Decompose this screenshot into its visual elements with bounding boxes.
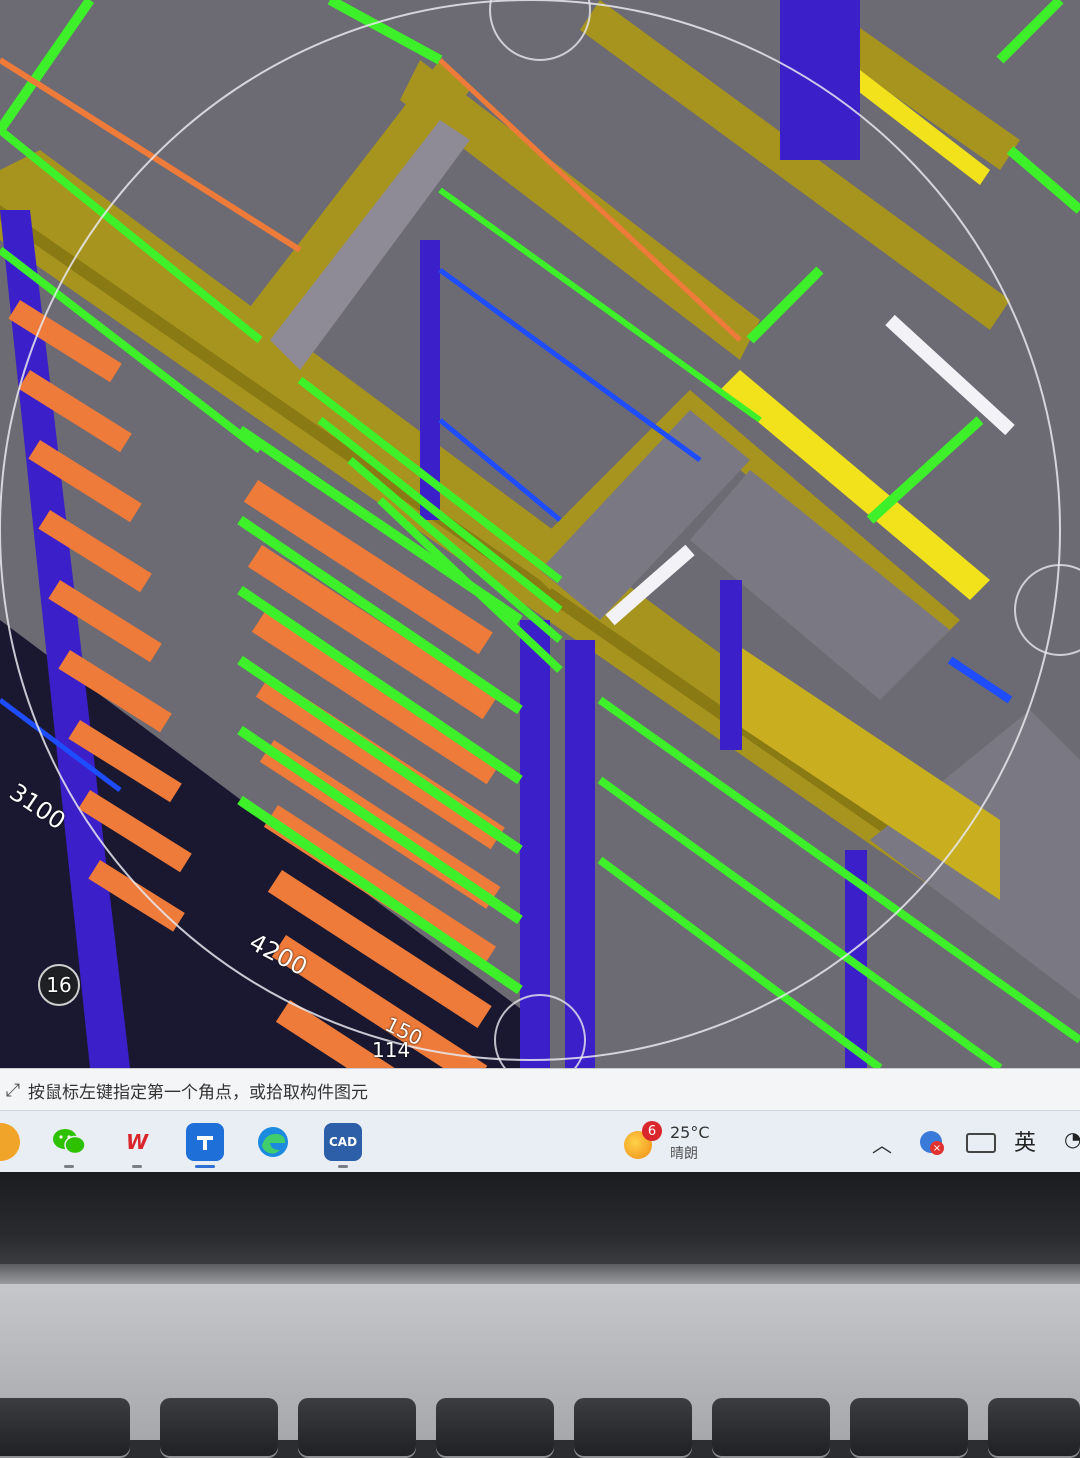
arrow-diagonal-icon: ⤢: [5, 1079, 21, 1101]
tray-app-badge-icon: ×: [930, 1141, 944, 1155]
laptop-hinge: [0, 1264, 1080, 1284]
column-1: [520, 620, 550, 1068]
keyboard-key: [712, 1398, 830, 1458]
command-prompt-text: 按鼠标左键指定第一个角点，或拾取构件图元: [28, 1082, 368, 1103]
laptop-bezel: [0, 1172, 1080, 1264]
keyboard-key: [298, 1398, 416, 1458]
axis-marker-16[interactable]: 16: [38, 964, 80, 1006]
ime-indicator[interactable]: 英: [1014, 1125, 1036, 1157]
cad-app-icon[interactable]: [186, 1123, 224, 1168]
keyboard-key: [160, 1398, 278, 1458]
wps-label: W: [125, 1130, 149, 1154]
command-prompt-bar: ⤢ 按鼠标左键指定第一个角点，或拾取构件图元: [0, 1068, 1080, 1111]
weather-widget[interactable]: 6 25°C 晴朗: [622, 1121, 722, 1165]
keyboard-key: [436, 1398, 554, 1458]
column-3: [720, 580, 742, 750]
dimension-label-114: 114: [372, 1038, 411, 1062]
keyboard-icon[interactable]: [966, 1133, 996, 1153]
keyboard-key: [0, 1398, 130, 1458]
cad-icon[interactable]: CAD: [324, 1123, 362, 1168]
chevron-up-icon[interactable]: ︿: [872, 1129, 892, 1158]
edge-icon[interactable]: [254, 1123, 292, 1161]
keyboard-key: [850, 1398, 968, 1458]
cad-3d-viewport[interactable]: 3100 4200 150 114 16: [0, 0, 1080, 1068]
keyboard-key: [574, 1398, 692, 1458]
wechat-icon[interactable]: [50, 1123, 88, 1168]
wifi-icon[interactable]: ◔: [1064, 1127, 1080, 1151]
weather-description: 晴朗: [670, 1146, 698, 1162]
column-4: [780, 0, 860, 160]
orange-app-icon[interactable]: [0, 1123, 20, 1161]
weather-temperature: 25°C: [670, 1123, 710, 1142]
cad-icon-glyph: CAD: [328, 1135, 358, 1149]
windows-taskbar: W CAD 6 25°C 晴朗 ︿ × 英 ◔: [0, 1110, 1080, 1173]
wps-icon[interactable]: W: [118, 1123, 156, 1168]
rebar-green-9: [1006, 146, 1080, 214]
rebar-green-6: [996, 0, 1064, 64]
column-2: [565, 640, 595, 1068]
weather-badge: 6: [642, 1121, 662, 1141]
keyboard-key: [988, 1398, 1080, 1458]
rebar-model-view[interactable]: [0, 0, 1080, 1068]
